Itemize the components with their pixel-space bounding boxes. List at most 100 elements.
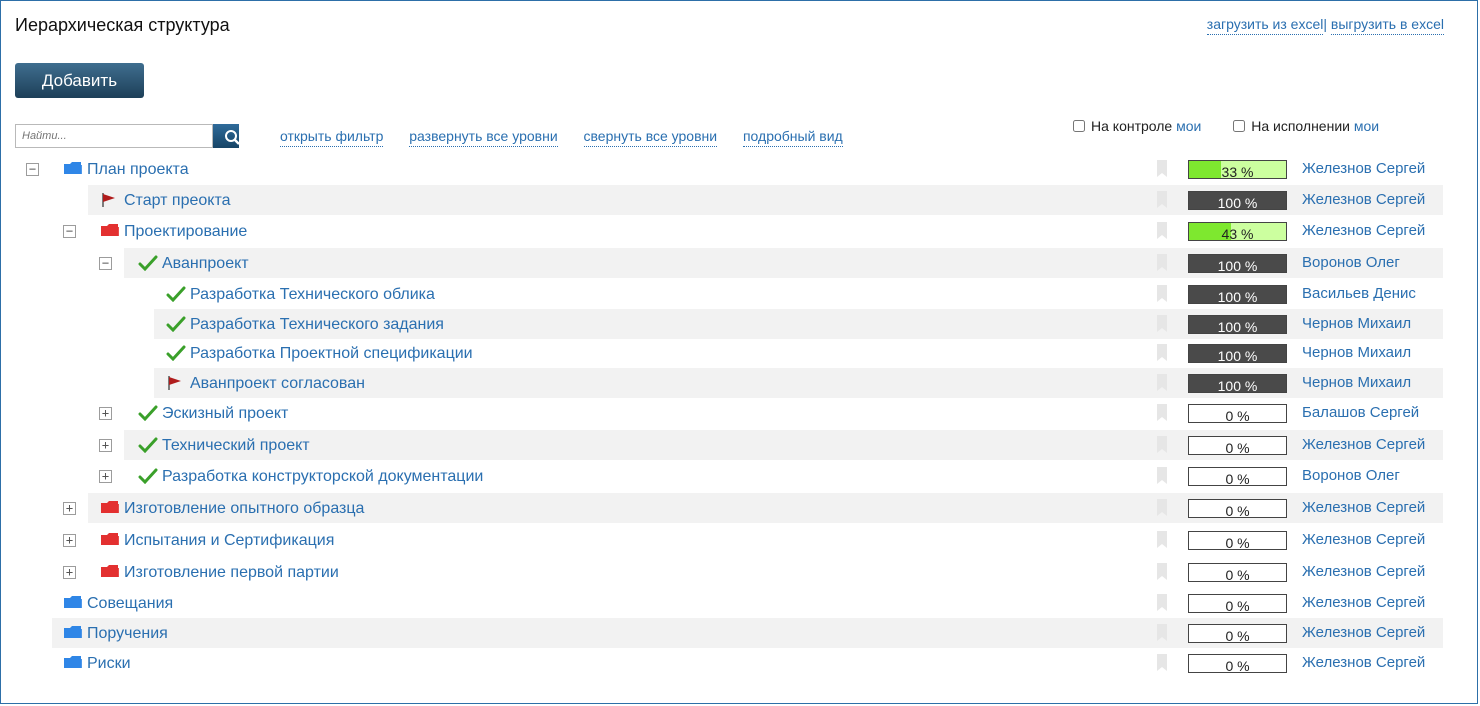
progress-bar: 0 % bbox=[1188, 654, 1287, 674]
bookmark-icon[interactable] bbox=[1156, 624, 1168, 641]
tree-item-label[interactable]: Испытания и Сертификация bbox=[124, 532, 334, 550]
owner-link[interactable]: Железнов Сергей bbox=[1302, 594, 1425, 611]
tree-item-label[interactable]: Эскизный проект bbox=[162, 405, 288, 423]
bookmark-icon[interactable] bbox=[1156, 315, 1168, 332]
tree-item-label[interactable]: Поручения bbox=[87, 625, 168, 643]
progress-label: 0 % bbox=[1225, 535, 1250, 551]
tree-item-label[interactable]: Разработка Проектной спецификации bbox=[190, 345, 473, 363]
collapse-toggle[interactable]: − bbox=[26, 163, 39, 176]
add-button[interactable]: Добавить bbox=[15, 63, 144, 98]
in-progress-checkbox[interactable] bbox=[1233, 120, 1246, 132]
progress-label: 100 % bbox=[1217, 348, 1258, 364]
expand-toggle[interactable]: + bbox=[63, 566, 76, 579]
expand-toggle[interactable]: + bbox=[63, 534, 76, 547]
check-icon bbox=[138, 437, 158, 454]
bookmark-icon[interactable] bbox=[1156, 594, 1168, 611]
progress-bar: 0 % bbox=[1188, 467, 1287, 487]
export-excel-link[interactable]: выгрузить в excel bbox=[1330, 16, 1444, 35]
expand-toggle[interactable]: + bbox=[99, 439, 112, 452]
progress-bar: 0 % bbox=[1188, 624, 1287, 644]
owner-link[interactable]: Железнов Сергей bbox=[1302, 499, 1425, 516]
owner-link[interactable]: Железнов Сергей bbox=[1302, 160, 1425, 177]
owner-link[interactable]: Железнов Сергей bbox=[1302, 191, 1425, 208]
check-icon bbox=[166, 316, 186, 333]
owner-link[interactable]: Чернов Михаил bbox=[1302, 315, 1411, 332]
check-icon bbox=[138, 255, 158, 272]
owner-link[interactable]: Чернов Михаил bbox=[1302, 374, 1411, 391]
owner-link[interactable]: Железнов Сергей bbox=[1302, 563, 1425, 580]
progress-bar: 100 % bbox=[1188, 315, 1287, 335]
tree-item-label[interactable]: Разработка конструкторской документации bbox=[162, 468, 483, 486]
bookmark-icon[interactable] bbox=[1156, 160, 1168, 177]
folder-blue-icon bbox=[63, 595, 82, 609]
expand-toggle[interactable]: + bbox=[99, 407, 112, 420]
owner-link[interactable]: Васильев Денис bbox=[1302, 285, 1416, 302]
open-filter-link[interactable]: открыть фильтр bbox=[280, 128, 384, 147]
tree-item-label[interactable]: Совещания bbox=[87, 595, 173, 613]
bookmark-icon[interactable] bbox=[1156, 499, 1168, 516]
progress-bar: 0 % bbox=[1188, 499, 1287, 519]
search-input[interactable] bbox=[15, 124, 213, 148]
detailed-view-link[interactable]: подробный вид bbox=[742, 128, 843, 147]
bookmark-icon[interactable] bbox=[1156, 191, 1168, 208]
bookmark-icon[interactable] bbox=[1156, 436, 1168, 453]
bookmark-icon[interactable] bbox=[1156, 344, 1168, 361]
owner-link[interactable]: Воронов Олег bbox=[1302, 254, 1400, 271]
bookmark-icon[interactable] bbox=[1156, 254, 1168, 271]
flag-icon bbox=[100, 192, 118, 207]
owner-link[interactable]: Балашов Сергей bbox=[1302, 404, 1419, 421]
filter-checkboxes: На контроле мои На исполнении мои bbox=[1073, 118, 1407, 134]
owner-link[interactable]: Железнов Сергей bbox=[1302, 654, 1425, 671]
import-excel-link[interactable]: загрузить из excel bbox=[1206, 16, 1324, 35]
owner-link[interactable]: Чернов Михаил bbox=[1302, 344, 1411, 361]
tree-item-label[interactable]: Технический проект bbox=[162, 437, 310, 455]
bookmark-icon[interactable] bbox=[1156, 467, 1168, 484]
expand-all-link[interactable]: развернуть все уровни bbox=[409, 128, 558, 147]
expand-toggle[interactable]: + bbox=[63, 502, 76, 515]
tree-item-label[interactable]: Разработка Технического задания bbox=[190, 316, 444, 334]
on-control-mine-link[interactable]: мои bbox=[1176, 118, 1201, 134]
progress-bar: 100 % bbox=[1188, 344, 1287, 364]
tree-item-label[interactable]: Аванпроект согласован bbox=[190, 375, 365, 393]
progress-bar: 0 % bbox=[1188, 563, 1287, 583]
bookmark-icon[interactable] bbox=[1156, 374, 1168, 391]
tree-item-label[interactable]: Проектирование bbox=[124, 223, 247, 241]
owner-link[interactable]: Воронов Олег bbox=[1302, 467, 1400, 484]
check-icon bbox=[138, 468, 158, 485]
bookmark-icon[interactable] bbox=[1156, 404, 1168, 421]
expand-toggle[interactable]: + bbox=[99, 470, 112, 483]
flag-icon bbox=[166, 375, 184, 390]
search-icon bbox=[225, 130, 240, 145]
collapse-toggle[interactable]: − bbox=[63, 225, 76, 238]
owner-link[interactable]: Железнов Сергей bbox=[1302, 436, 1425, 453]
collapse-all-link[interactable]: свернуть все уровни bbox=[583, 128, 718, 147]
bookmark-icon[interactable] bbox=[1156, 222, 1168, 239]
progress-label: 0 % bbox=[1225, 658, 1250, 674]
search-button[interactable] bbox=[213, 124, 240, 148]
excel-separator: | bbox=[1323, 16, 1328, 32]
bookmark-icon[interactable] bbox=[1156, 654, 1168, 671]
bookmark-icon[interactable] bbox=[1156, 531, 1168, 548]
tree-item-label[interactable]: Аванпроект bbox=[162, 255, 249, 273]
in-progress-mine-link[interactable]: мои bbox=[1354, 118, 1379, 134]
folder-red-icon bbox=[100, 564, 119, 578]
progress-label: 100 % bbox=[1217, 289, 1258, 305]
owner-link[interactable]: Железнов Сергей bbox=[1302, 531, 1425, 548]
folder-blue-icon bbox=[63, 161, 82, 175]
progress-label: 0 % bbox=[1225, 471, 1250, 487]
on-control-checkbox[interactable] bbox=[1073, 120, 1085, 132]
tree-item-label[interactable]: Риски bbox=[87, 655, 131, 673]
collapse-toggle[interactable]: − bbox=[99, 257, 112, 270]
tree-item-label[interactable]: План проекта bbox=[87, 161, 189, 179]
tree-toolbar: открыть фильтр развернуть все уровни све… bbox=[280, 128, 865, 147]
tree-item-label[interactable]: Старт преокта bbox=[124, 192, 231, 210]
progress-label: 0 % bbox=[1225, 408, 1250, 424]
tree-item-label[interactable]: Разработка Технического облика bbox=[190, 286, 435, 304]
check-icon bbox=[166, 345, 186, 362]
tree-item-label[interactable]: Изготовление опытного образца bbox=[124, 500, 364, 518]
tree-item-label[interactable]: Изготовление первой партии bbox=[124, 564, 339, 582]
owner-link[interactable]: Железнов Сергей bbox=[1302, 624, 1425, 641]
bookmark-icon[interactable] bbox=[1156, 563, 1168, 580]
owner-link[interactable]: Железнов Сергей bbox=[1302, 222, 1425, 239]
bookmark-icon[interactable] bbox=[1156, 285, 1168, 302]
